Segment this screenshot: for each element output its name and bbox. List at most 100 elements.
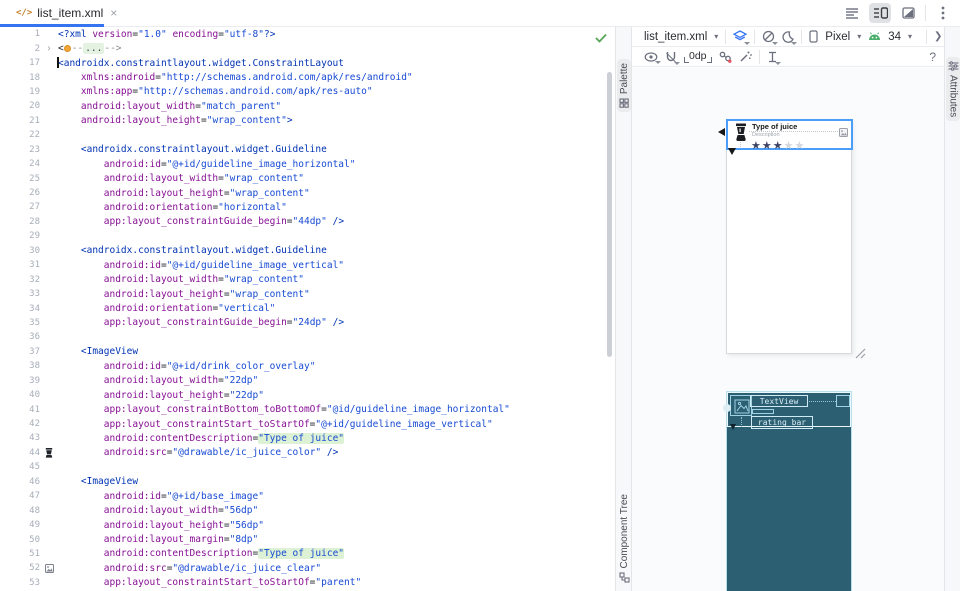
code-line[interactable]: 50 android:layout_margin="8dp": [0, 532, 615, 546]
code-line[interactable]: 46 <ImageView: [0, 475, 615, 489]
help-icon[interactable]: ?: [929, 50, 936, 64]
code-line[interactable]: 44 android:src="@drawable/ic_juice_color…: [0, 446, 615, 460]
blueprint-ratingbar-label[interactable]: rating_bar: [751, 416, 813, 429]
chevron-right-icon[interactable]: ❯: [934, 31, 942, 42]
tab-list-item-xml[interactable]: </> list_item.xml ×: [6, 0, 127, 26]
blueprint-anchor-handle[interactable]: [723, 404, 731, 412]
design-toolbar-row1: list_item.xml ▾ Pixel ▾: [632, 27, 944, 47]
design-preview-device[interactable]: Type of juice Description ★★★★★: [726, 119, 852, 354]
blender-gutter-icon[interactable]: [45, 448, 53, 458]
canvas-resize-handle[interactable]: [855, 346, 866, 357]
blueprint-textview-label[interactable]: TextView: [750, 395, 808, 407]
infer-constraints-wand-icon[interactable]: [739, 50, 752, 63]
code-line[interactable]: 17<androidx.constraintlayout.widget.Cons…: [0, 56, 615, 70]
view-options-eye-icon[interactable]: [644, 52, 658, 62]
line-number: 49: [0, 520, 40, 530]
code-line[interactable]: 26 android:layout_height="wrap_content": [0, 186, 615, 200]
xml-file-icon: </>: [16, 8, 32, 18]
design-view-button[interactable]: [897, 3, 919, 23]
image-gutter-icon[interactable]: [45, 564, 54, 573]
component-tree-tab[interactable]: Component Tree: [617, 490, 631, 588]
code-line[interactable]: 24 android:id="@+id/guideline_image_hori…: [0, 157, 615, 171]
more-options-icon[interactable]: [932, 3, 954, 23]
code-line[interactable]: 32 android:layout_width="wrap_content": [0, 272, 615, 286]
intention-bulb-icon[interactable]: [64, 45, 71, 52]
juice-blender-icon[interactable]: [734, 123, 748, 147]
code-line[interactable]: 23 <androidx.constraintlayout.widget.Gui…: [0, 143, 615, 157]
chevron-down-icon: ▾: [857, 32, 861, 41]
line-number: 52: [0, 563, 40, 573]
code-line[interactable]: 31 android:id="@+id/guideline_image_vert…: [0, 258, 615, 272]
autoconnect-magnet-icon[interactable]: [665, 51, 677, 63]
blueprint-imageview-box[interactable]: [730, 395, 752, 416]
code-line[interactable]: 41 app:layout_constraintBottom_toBottomO…: [0, 402, 615, 416]
code-line[interactable]: 28 app:layout_constraintGuide_begin="44d…: [0, 215, 615, 229]
selected-list-item-card[interactable]: Type of juice Description ★★★★★: [726, 119, 853, 150]
design-panel: list_item.xml ▾ Pixel ▾: [632, 27, 944, 591]
orientation-icon[interactable]: [762, 30, 775, 43]
tab-close-icon[interactable]: ×: [110, 6, 117, 20]
star-icon[interactable]: ★: [751, 139, 762, 152]
star-icon[interactable]: ★: [773, 139, 784, 152]
code-line[interactable]: 53 app:layout_constraintStart_toStartOf=…: [0, 576, 615, 590]
code-line[interactable]: 1<?xml version="1.0" encoding="utf-8"?>: [0, 27, 615, 41]
design-file-selector[interactable]: list_item.xml: [644, 31, 707, 43]
line-number: 45: [0, 462, 40, 472]
rating-bar[interactable]: ★★★★★: [751, 136, 805, 154]
code-editor[interactable]: 1<?xml version="1.0" encoding="utf-8"?>2…: [0, 27, 616, 591]
code-line[interactable]: 30 <androidx.constraintlayout.widget.Gui…: [0, 244, 615, 258]
star-icon[interactable]: ★: [762, 139, 773, 152]
blueprint-device[interactable]: TextView rating_bar: [726, 391, 852, 591]
code-line[interactable]: 47 android:id="@+id/base_image": [0, 489, 615, 503]
code-line[interactable]: 43 android:contentDescription="Type of j…: [0, 431, 615, 445]
clear-constraints-icon[interactable]: [719, 51, 732, 63]
code-line[interactable]: 27 android:orientation="horizontal": [0, 200, 615, 214]
code-line[interactable]: 37 <ImageView: [0, 345, 615, 359]
night-mode-icon[interactable]: [782, 31, 794, 43]
code-line[interactable]: 42 app:layout_constraintStart_toStartOf=…: [0, 417, 615, 431]
line-number: 22: [0, 130, 40, 140]
line-number: 21: [0, 116, 40, 126]
code-line[interactable]: 36: [0, 330, 615, 344]
imageview-badge-icon[interactable]: [839, 124, 848, 142]
code-line[interactable]: 48 android:layout_width="56dp": [0, 503, 615, 517]
inspection-ok-icon[interactable]: [595, 30, 607, 48]
device-selector[interactable]: Pixel: [825, 31, 850, 43]
code-line[interactable]: 45: [0, 460, 615, 474]
code-line[interactable]: 25 android:layout_width="wrap_content": [0, 171, 615, 185]
code-line[interactable]: 18 xmlns:android="http://schemas.android…: [0, 70, 615, 84]
design-canvas[interactable]: Type of juice Description ★★★★★: [632, 68, 944, 591]
code-line[interactable]: 52 android:src="@drawable/ic_juice_clear…: [0, 561, 615, 575]
blueprint-overlay-box[interactable]: [836, 395, 850, 407]
code-line[interactable]: 51 android:contentDescription="Type of j…: [0, 547, 615, 561]
code-line[interactable]: 40 android:layout_height="22dp": [0, 388, 615, 402]
line-number: 20: [0, 101, 40, 111]
code-line[interactable]: 33 android:layout_height="wrap_content": [0, 287, 615, 301]
code-line[interactable]: 22: [0, 128, 615, 142]
code-line[interactable]: 29: [0, 229, 615, 243]
editor-scrollbar[interactable]: [607, 72, 612, 357]
blueprint-selected-card[interactable]: TextView rating_bar: [727, 392, 851, 427]
code-view-button[interactable]: [841, 3, 863, 23]
api-level-selector[interactable]: 34: [888, 31, 901, 43]
code-line[interactable]: 19 xmlns:app="http://schemas.android.com…: [0, 85, 615, 99]
component-tree-icon: [619, 572, 630, 583]
star-icon[interactable]: ★: [795, 139, 806, 152]
star-icon[interactable]: ★: [784, 139, 795, 152]
code-line[interactable]: 21 android:layout_height="wrap_content">: [0, 114, 615, 128]
guidelines-ibeam-icon[interactable]: [767, 51, 778, 63]
split-view-button[interactable]: [869, 3, 891, 23]
fold-arrow-icon[interactable]: ›: [46, 43, 51, 55]
code-line[interactable]: 34 android:orientation="vertical": [0, 301, 615, 315]
attributes-tab[interactable]: Attributes: [946, 57, 960, 121]
code-line[interactable]: 49 android:layout_height="56dp": [0, 518, 615, 532]
design-surface-icon[interactable]: [733, 30, 747, 43]
blueprint-description-box[interactable]: [752, 409, 774, 414]
code-line[interactable]: 2›<--...-->: [0, 41, 615, 55]
code-line[interactable]: 35 app:layout_constraintGuide_begin="24d…: [0, 316, 615, 330]
default-margin-selector[interactable]: 0dp: [684, 50, 712, 63]
palette-tab[interactable]: Palette: [617, 59, 631, 112]
code-line[interactable]: 39 android:layout_width="22dp": [0, 374, 615, 388]
code-line[interactable]: 38 android:id="@+id/drink_color_overlay": [0, 359, 615, 373]
code-line[interactable]: 20 android:layout_width="match_parent": [0, 99, 615, 113]
